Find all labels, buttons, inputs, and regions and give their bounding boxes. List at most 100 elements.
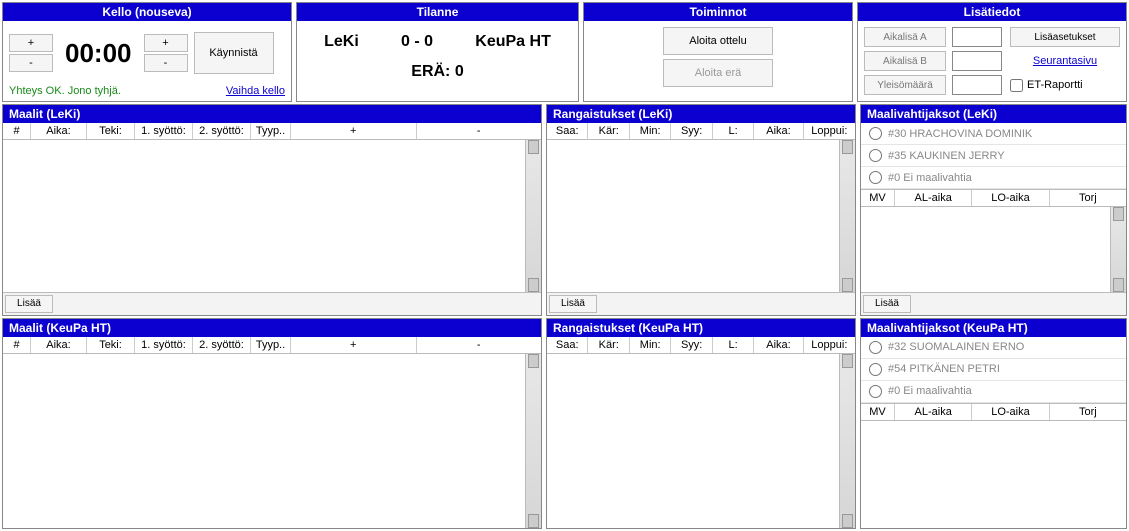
timeout-b-button[interactable]: Aikalisä B (864, 51, 946, 71)
col-reason: Syy: (671, 123, 712, 139)
scrollbar[interactable] (1110, 207, 1126, 292)
swap-clock-link[interactable]: Vaihda kello (226, 85, 285, 97)
penalties-away-section: Rangaistukset (KeuPa HT) Saa: Kär: Min: … (546, 318, 856, 530)
gk-option-label: #0 Ei maalivahtia (888, 385, 972, 397)
gk-home-list[interactable] (861, 207, 1110, 292)
gk-option-label: #35 KAUKINEN JERRY (888, 150, 1005, 162)
col-time: Aika: (754, 337, 803, 353)
col-minus: - (417, 337, 542, 353)
col-a1: 1. syöttö: (135, 337, 193, 353)
clock-small-minus[interactable]: - (144, 54, 188, 72)
follow-page-link[interactable]: Seurantasivu (1010, 55, 1120, 67)
col-l: L: (713, 123, 754, 139)
score: 0 - 0 (401, 33, 433, 51)
status-title: Tilanne (297, 3, 578, 21)
attendance-input[interactable] (952, 75, 1002, 95)
col-lo: LO-aika (972, 404, 1049, 420)
gk-home-section: Maalivahtijaksot (LeKi) #30 HRACHOVINA D… (860, 104, 1127, 316)
gk-home-option[interactable]: #0 Ei maalivahtia (861, 167, 1126, 189)
col-time: Aika: (31, 337, 87, 353)
clock-time: 00:00 (59, 38, 138, 69)
col-reason: Syy: (671, 337, 712, 353)
clock-big-minus[interactable]: - (9, 54, 53, 72)
scrollbar[interactable] (525, 354, 541, 529)
col-serv: Kär: (588, 337, 629, 353)
penalties-home-list[interactable] (547, 140, 839, 292)
clock-start-button[interactable]: Käynnistä (194, 32, 274, 74)
col-min: Min: (630, 123, 671, 139)
col-al: AL-aika (895, 190, 972, 206)
col-mv: MV (861, 404, 895, 420)
col-type: Tyyp.. (251, 123, 291, 139)
gk-home-columns: MV AL-aika LO-aika Torj (861, 189, 1126, 207)
col-l: L: (713, 337, 754, 353)
gk-option-label: #32 SUOMALAINEN ERNO (888, 341, 1024, 353)
penalties-home-add-button[interactable]: Lisää (549, 295, 597, 313)
goals-home-add-button[interactable]: Lisää (5, 295, 53, 313)
col-num: # (3, 123, 31, 139)
penalties-away-list[interactable] (547, 354, 839, 529)
gk-option-label: #30 HRACHOVINA DOMINIK (888, 128, 1032, 140)
timeout-a-button[interactable]: Aikalisä A (864, 27, 946, 47)
scrollbar[interactable] (839, 140, 855, 292)
scrollbar[interactable] (525, 140, 541, 292)
et-report-label: ET-Raportti (1027, 79, 1083, 91)
gk-radio[interactable] (869, 149, 882, 162)
gk-away-option[interactable]: #32 SUOMALAINEN ERNO (861, 337, 1126, 359)
col-minus: - (417, 123, 542, 139)
goals-home-section: Maalit (LeKi) # Aika: Teki: 1. syöttö: 2… (2, 104, 542, 316)
col-al: AL-aika (895, 404, 972, 420)
timeout-b-input[interactable] (952, 51, 1002, 71)
goals-away-list[interactable] (3, 354, 525, 529)
gk-away-option[interactable]: #54 PITKÄNEN PETRI (861, 359, 1126, 381)
status-panel: Tilanne LeKi 0 - 0 KeuPa HT ERÄ: 0 (296, 2, 579, 102)
start-period-button[interactable]: Aloita erä (663, 59, 773, 87)
penalties-away-title: Rangaistukset (KeuPa HT) (547, 319, 855, 337)
col-end: Loppui: (804, 337, 855, 353)
clock-title: Kello (nouseva) (3, 3, 291, 21)
gk-radio[interactable] (869, 171, 882, 184)
gk-home-option[interactable]: #35 KAUKINEN JERRY (861, 145, 1126, 167)
col-torj: Torj (1050, 404, 1126, 420)
gk-radio[interactable] (869, 127, 882, 140)
gk-radio[interactable] (869, 363, 882, 376)
col-a2: 2. syöttö: (193, 123, 251, 139)
col-min: Min: (630, 337, 671, 353)
period-label: ERÄ: 0 (303, 63, 572, 81)
timeout-a-input[interactable] (952, 27, 1002, 47)
gk-home-add-button[interactable]: Lisää (863, 295, 911, 313)
goals-away-title: Maalit (KeuPa HT) (3, 319, 541, 337)
col-num: # (3, 337, 31, 353)
col-lo: LO-aika (972, 190, 1049, 206)
col-rec: Saa: (547, 337, 588, 353)
col-type: Tyyp.. (251, 337, 291, 353)
col-plus: + (291, 123, 417, 139)
clock-status: Yhteys OK. Jono tyhjä. (9, 85, 121, 97)
col-mv: MV (861, 190, 895, 206)
et-report-checkbox[interactable] (1010, 79, 1023, 92)
col-by: Teki: (87, 123, 135, 139)
settings-button[interactable]: Lisäasetukset (1010, 27, 1120, 47)
gk-away-option[interactable]: #0 Ei maalivahtia (861, 381, 1126, 403)
extra-panel: Lisätiedot Aikalisä A Lisäasetukset Aika… (857, 2, 1127, 102)
gk-away-title: Maalivahtijaksot (KeuPa HT) (861, 319, 1126, 337)
actions-title: Toiminnot (584, 3, 852, 21)
gk-radio[interactable] (869, 341, 882, 354)
start-match-button[interactable]: Aloita ottelu (663, 27, 773, 55)
col-by: Teki: (87, 337, 135, 353)
clock-big-plus[interactable]: + (9, 34, 53, 52)
col-time: Aika: (31, 123, 87, 139)
scrollbar[interactable] (839, 354, 855, 529)
gk-home-option[interactable]: #30 HRACHOVINA DOMINIK (861, 123, 1126, 145)
attendance-button[interactable]: Yleisömäärä (864, 75, 946, 95)
penalties-away-columns: Saa: Kär: Min: Syy: L: Aika: Loppui: (547, 337, 855, 354)
gk-radio[interactable] (869, 385, 882, 398)
clock-small-plus[interactable]: + (144, 34, 188, 52)
col-end: Loppui: (804, 123, 855, 139)
gk-home-title: Maalivahtijaksot (LeKi) (861, 105, 1126, 123)
goals-home-list[interactable] (3, 140, 525, 292)
clock-panel: Kello (nouseva) + - 00:00 + - Käynnistä … (2, 2, 292, 102)
gk-away-columns: MV AL-aika LO-aika Torj (861, 403, 1126, 421)
col-torj: Torj (1050, 190, 1126, 206)
goals-home-title: Maalit (LeKi) (3, 105, 541, 123)
